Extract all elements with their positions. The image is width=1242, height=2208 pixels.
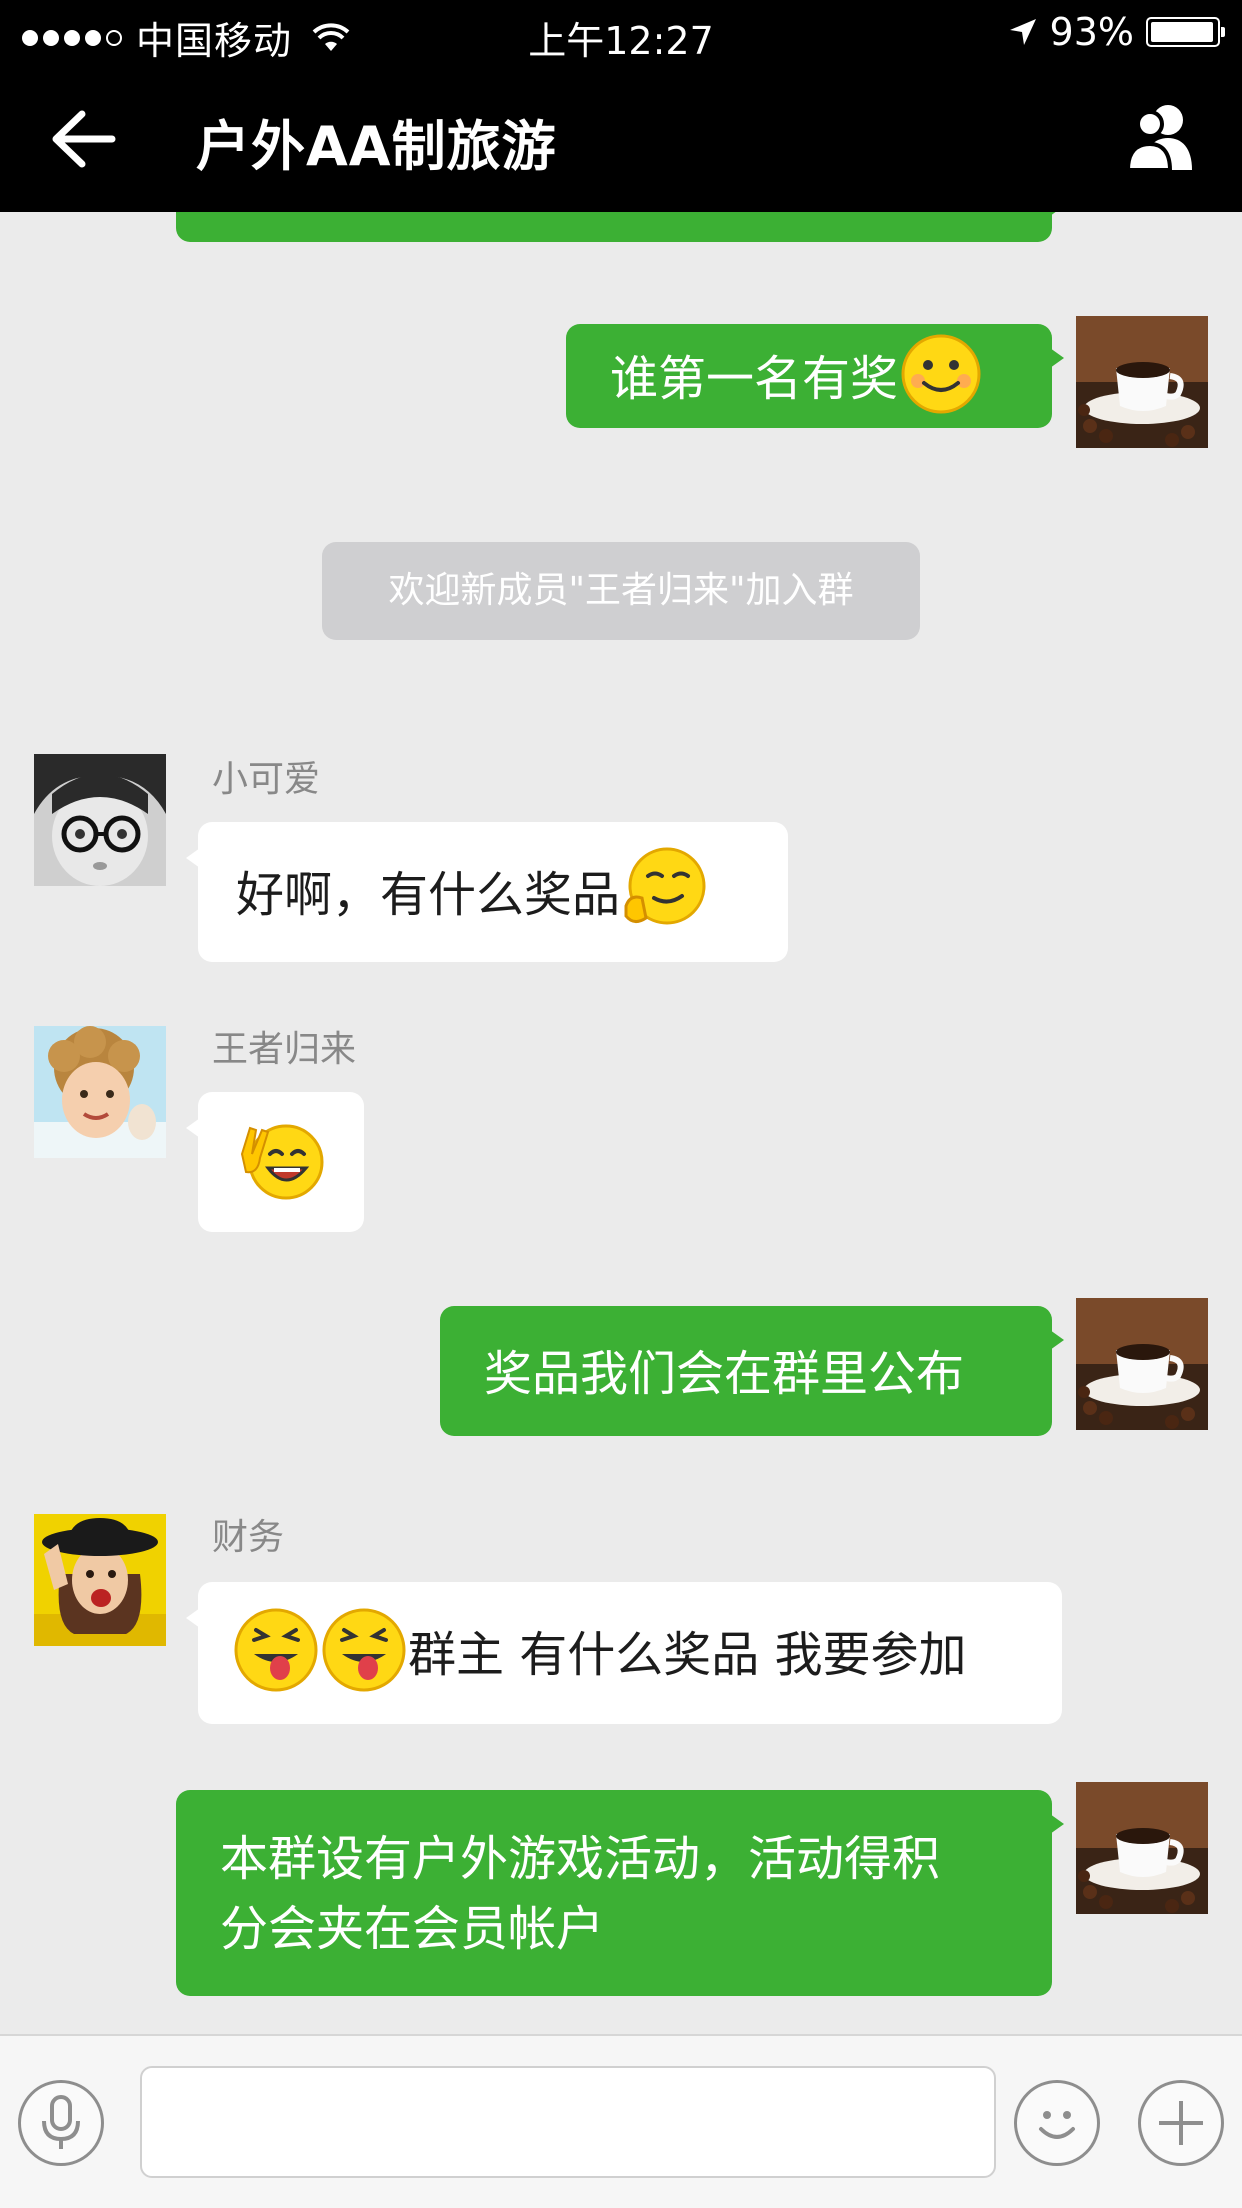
sender-name: 王者归来 xyxy=(212,1029,357,1070)
tongue-face-icon xyxy=(234,1608,318,1692)
smirk-thumb-face-icon xyxy=(624,847,706,925)
plus-icon xyxy=(1159,2101,1203,2145)
message-input-bar xyxy=(0,2034,1242,2208)
message-input[interactable] xyxy=(140,2066,996,2178)
message-bubble-outgoing[interactable]: 谁第一名有奖 xyxy=(566,324,1064,428)
avatar-self[interactable] xyxy=(1076,1782,1208,1914)
coffee-cup-avatar-icon xyxy=(1076,1298,1208,1430)
voice-button[interactable] xyxy=(18,2080,104,2166)
victory-laugh-face-icon xyxy=(240,1124,324,1200)
more-button[interactable] xyxy=(1138,2080,1224,2166)
back-arrow-icon[interactable] xyxy=(48,106,118,172)
status-bar: 中国移动 上午12:27 93% xyxy=(0,0,1242,66)
location-arrow-icon xyxy=(1009,19,1036,45)
chat-title: 户外AA制旅游 xyxy=(196,115,557,178)
message-text: 谁第一名有奖 xyxy=(610,351,899,407)
message-bubble-outgoing[interactable]: 本群设有户外游戏活动，活动得积 分会夹在会员帐户 xyxy=(176,1790,1064,1996)
status-right: 93% xyxy=(1008,10,1225,54)
avatar-wangzheguilai[interactable] xyxy=(34,1026,166,1158)
message-bubble-partial[interactable] xyxy=(176,212,1064,242)
child-with-glasses-avatar-icon xyxy=(34,754,166,886)
avatar-self[interactable] xyxy=(1076,1298,1208,1430)
chat-messages[interactable]: 谁第一名有奖 欢迎新成员"王者归来"加入群 小可爱 好啊，有什么奖品 王者归来 … xyxy=(0,212,1242,2034)
battery-icon xyxy=(1146,17,1225,47)
chat-header: 户外AA制旅游 xyxy=(0,66,1242,212)
emoji-icon xyxy=(1039,2111,1075,2139)
coffee-cup-avatar-icon xyxy=(1076,316,1208,448)
coffee-cup-avatar-icon xyxy=(1076,1782,1208,1914)
message-bubble-incoming[interactable]: 群主 有什么奖品 我要参加 xyxy=(186,1582,1062,1724)
tongue-face-icon xyxy=(322,1608,406,1692)
message-text-line: 本群设有户外游戏活动，活动得积 xyxy=(220,1831,941,1887)
message-bubble-incoming[interactable]: 好啊，有什么奖品 xyxy=(186,822,788,962)
message-bubble-incoming-sticker[interactable] xyxy=(186,1092,364,1232)
group-members-icon[interactable] xyxy=(1122,98,1202,178)
smile-face-icon xyxy=(901,334,981,414)
microphone-icon xyxy=(42,2095,80,2149)
system-notice: 欢迎新成员"王者归来"加入群 xyxy=(322,542,920,640)
message-text: 群主 有什么奖品 我要参加 xyxy=(408,1627,967,1683)
message-text: 奖品我们会在群里公布 xyxy=(484,1346,965,1402)
woman-with-hat-avatar-icon xyxy=(34,1514,166,1646)
sender-name: 小可爱 xyxy=(212,759,321,800)
avatar-self[interactable] xyxy=(1076,316,1208,448)
sender-name: 财务 xyxy=(212,1517,285,1558)
message-text: 好啊，有什么奖品 xyxy=(236,867,621,923)
curly-hair-child-avatar-icon xyxy=(34,1026,166,1158)
avatar-xiaokeai[interactable] xyxy=(34,754,166,886)
message-bubble-outgoing[interactable]: 奖品我们会在群里公布 xyxy=(440,1306,1064,1436)
battery-percent: 93% xyxy=(1049,10,1134,54)
message-text-line: 分会夹在会员帐户 xyxy=(220,1901,605,1957)
avatar-caiwu[interactable] xyxy=(34,1514,166,1646)
emoji-button[interactable] xyxy=(1014,2080,1100,2166)
